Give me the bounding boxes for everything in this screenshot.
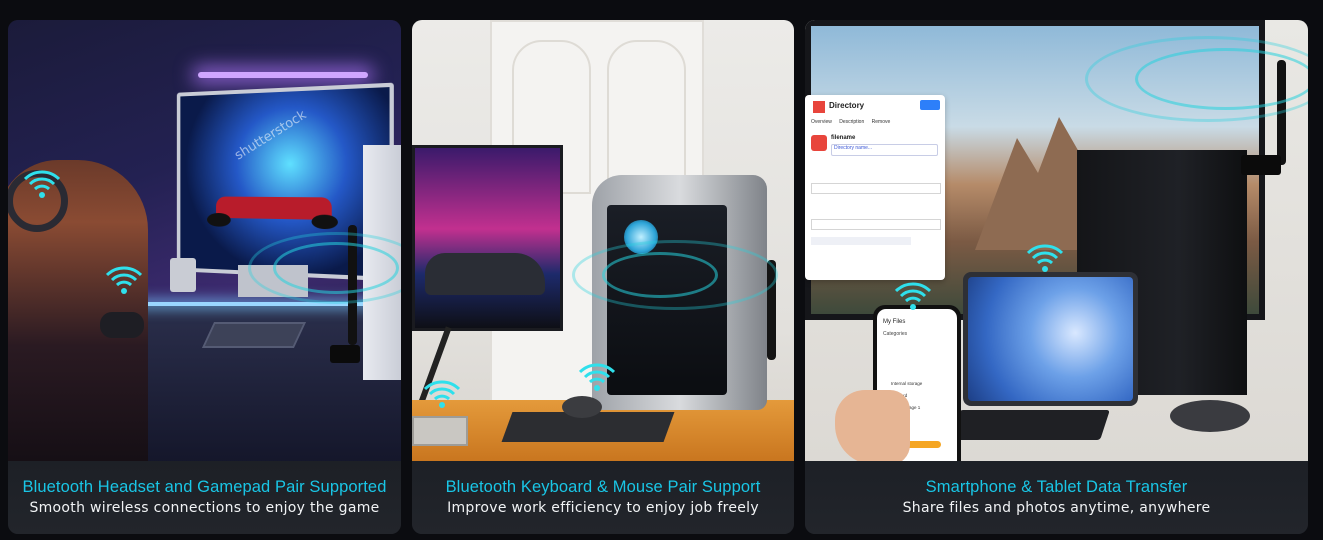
caption: Smartphone & Tablet Data Transfer Share … [805, 461, 1308, 534]
phone-section: Categories [883, 331, 907, 337]
phone-header: My Files [883, 319, 905, 325]
keyboard [412, 416, 468, 446]
speaker [170, 258, 196, 292]
gaming-feature-card: shutterstock Bluetooth Headset and Gamep… [8, 20, 401, 534]
office-feature-card: Bluetooth Keyboard & Mouse Pair Support … [412, 20, 794, 534]
feature-title: Bluetooth Headset and Gamepad Pair Suppo… [8, 478, 401, 497]
mouse [1170, 400, 1250, 432]
tablet [963, 272, 1138, 406]
wifi-icon [24, 170, 60, 200]
wifi-icon [106, 266, 142, 296]
usb-adapter [1241, 155, 1281, 175]
feature-title: Smartphone & Tablet Data Transfer [805, 478, 1308, 497]
keyboard [950, 410, 1110, 440]
signal-wave [572, 240, 778, 310]
wifi-icon [424, 380, 460, 410]
mouse [562, 396, 602, 418]
dialog-action-button[interactable] [920, 100, 940, 110]
feature-subtitle: Share files and photos anytime, anywhere [805, 500, 1308, 516]
caption: Bluetooth Keyboard & Mouse Pair Support … [412, 461, 794, 534]
monitor [412, 145, 563, 331]
door-panel [607, 40, 686, 194]
dialog-tab[interactable]: Description [839, 119, 864, 125]
neon-light-bar [198, 72, 368, 78]
wifi-icon [895, 282, 931, 312]
storage-item[interactable]: Internal storage [891, 381, 922, 386]
caption: Bluetooth Headset and Gamepad Pair Suppo… [8, 461, 401, 534]
dialog-tabs: Overview Description Remove [811, 119, 890, 125]
dialog-tab[interactable]: Remove [872, 119, 891, 125]
devices-feature-card: Directory Overview Description Remove fi… [805, 20, 1308, 534]
dialog-tab[interactable]: Overview [811, 119, 832, 125]
filename-label: filename [831, 135, 855, 141]
filename-placeholder: Directory name... [834, 145, 872, 151]
feature-subtitle: Improve work efficiency to enjoy job fre… [412, 500, 794, 516]
gamepad [100, 312, 144, 338]
directory-dialog: Directory Overview Description Remove fi… [805, 95, 945, 280]
hand [835, 390, 910, 461]
wifi-icon [1027, 244, 1063, 274]
dialog-app-name: Directory [829, 101, 864, 110]
devices-scene-image: Directory Overview Description Remove fi… [805, 20, 1308, 461]
office-scene-image [412, 20, 794, 461]
keyboard [202, 322, 306, 348]
wifi-icon [579, 363, 615, 393]
usb-adapter [330, 345, 360, 363]
feature-subtitle: Smooth wireless connections to enjoy the… [8, 500, 401, 516]
feature-title: Bluetooth Keyboard & Mouse Pair Support [412, 478, 794, 497]
gaming-scene-image: shutterstock [8, 20, 401, 461]
